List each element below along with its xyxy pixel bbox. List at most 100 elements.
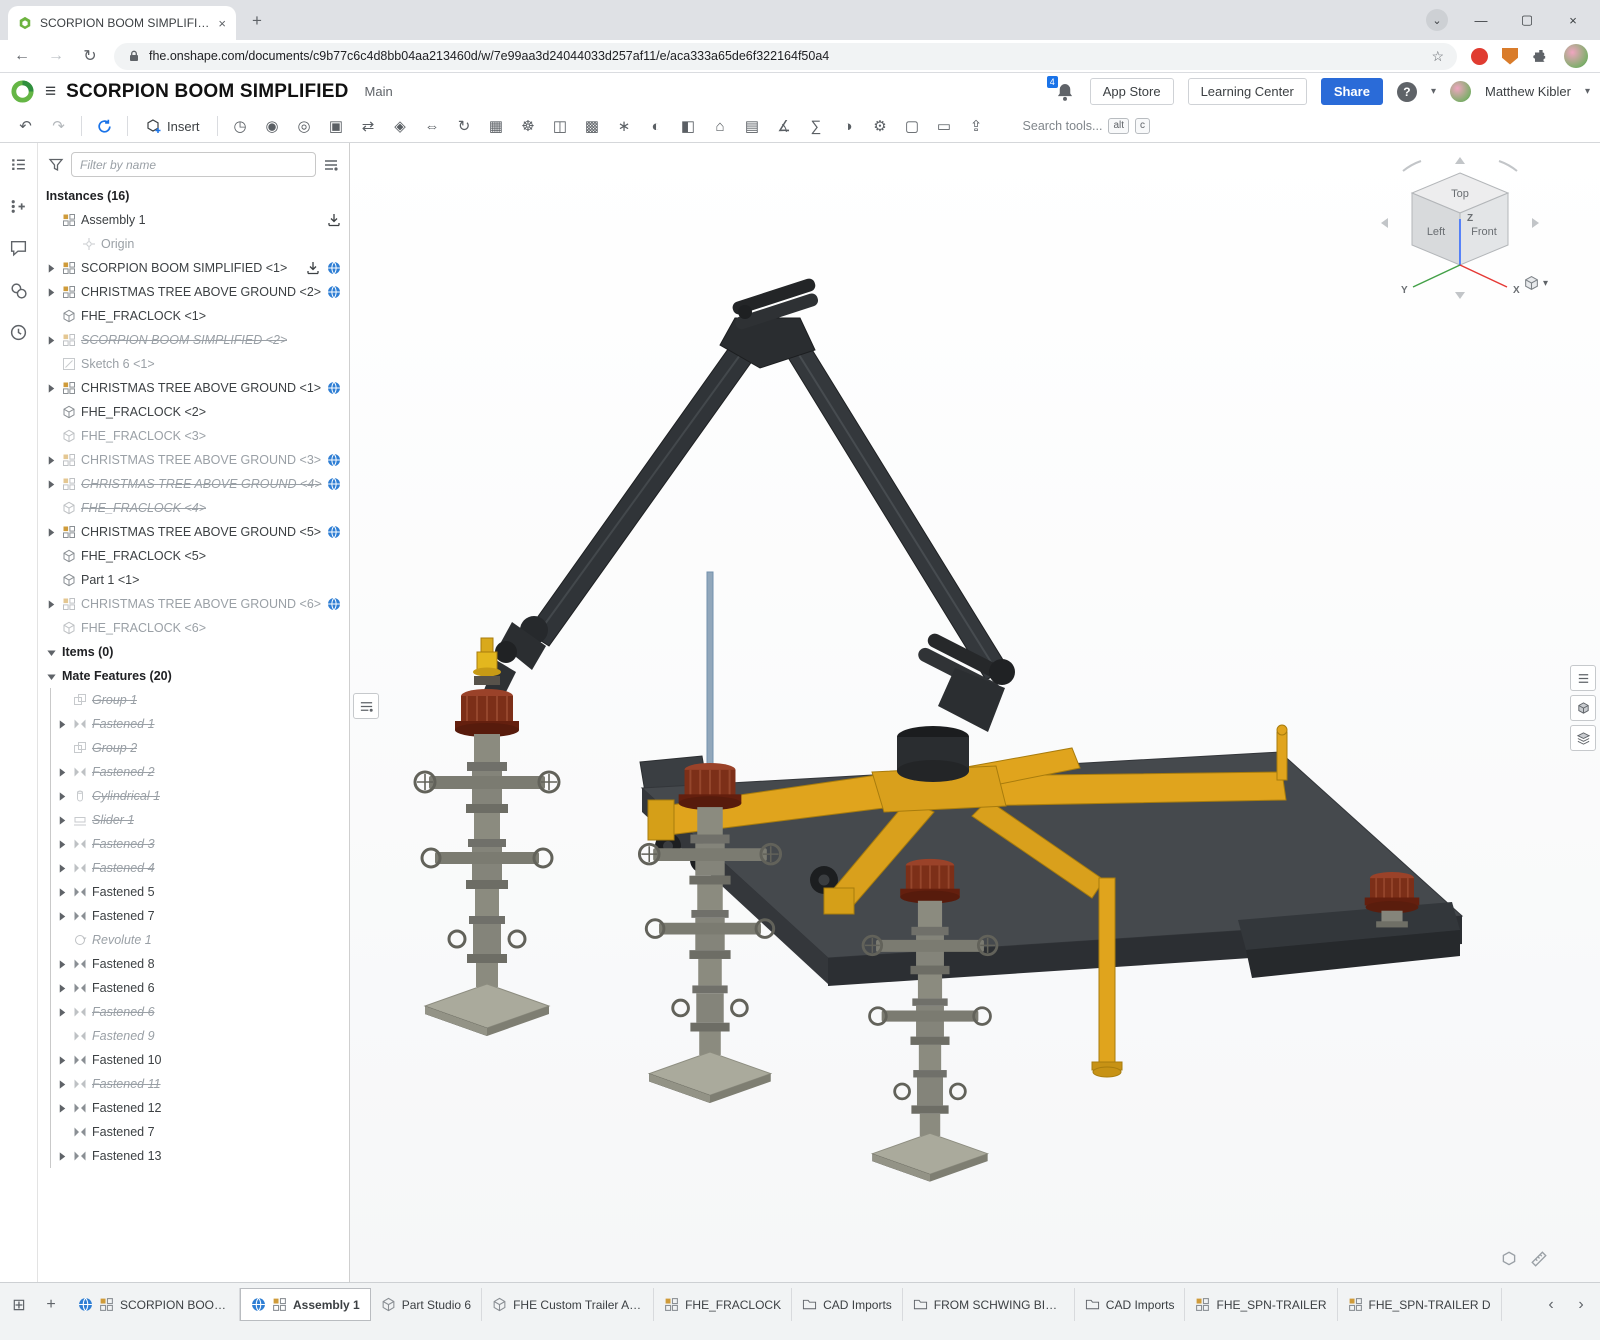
chevron-right-icon[interactable] (57, 839, 68, 850)
extension-shield-icon[interactable] (1502, 48, 1518, 65)
appearance-panel-button[interactable] (1570, 695, 1596, 721)
extensions-puzzle-icon[interactable] (1532, 47, 1550, 65)
bookmark-star-icon[interactable]: ☆ (1431, 48, 1444, 65)
mate-item-fastened-4[interactable]: Fastened 4 (51, 856, 349, 880)
mate-item-fastened-11[interactable]: Fastened 11 (51, 1072, 349, 1096)
redo-icon[interactable]: ↷ (43, 113, 74, 140)
chevron-right-icon[interactable] (57, 863, 68, 874)
appearance-tool-icon[interactable]: ◑ (833, 113, 864, 140)
instance-item-christmas-tree-above-ground-1[interactable]: CHRISTMAS TREE ABOVE GROUND <1> (38, 376, 349, 400)
mate-item-cylindrical-1[interactable]: Cylindrical 1 (51, 784, 349, 808)
reload-icon[interactable]: ↻ (80, 46, 100, 66)
instance-item-fhe-fraclock-6[interactable]: FHE_FRACLOCK <6> (38, 616, 349, 640)
element-tab-fhe-fraclock[interactable]: FHE_FRACLOCK (654, 1288, 792, 1321)
comment-tool-icon[interactable]: ▢ (897, 113, 928, 140)
mass-properties-icon[interactable]: ∑ (801, 113, 832, 140)
assembly-structure-icon[interactable] (9, 155, 28, 179)
globe-icon[interactable] (327, 285, 341, 299)
history-panel-icon[interactable] (9, 323, 28, 347)
workspace-label[interactable]: Main (365, 84, 393, 99)
items-header[interactable]: Items (0) (38, 640, 349, 664)
perspective-toggle-icon[interactable] (1500, 1250, 1518, 1268)
element-tab-cad-imports[interactable]: CAD Imports (792, 1288, 903, 1321)
insert-button[interactable]: Insert (135, 115, 210, 137)
snap-mode-icon[interactable]: ◈ (385, 113, 416, 140)
user-avatar[interactable] (1450, 81, 1471, 102)
display-states-icon[interactable]: ◐ (641, 113, 672, 140)
rotate-right-arrow[interactable] (1532, 218, 1539, 228)
list-options-icon[interactable] (323, 157, 339, 173)
tab-manager-icon[interactable]: ⊞ (4, 1288, 34, 1321)
chevron-right-icon[interactable] (57, 1055, 68, 1066)
globe-icon[interactable] (327, 597, 341, 611)
mate-item-fastened-6[interactable]: Fastened 6 (51, 976, 349, 1000)
mate-item-revolute-1[interactable]: Revolute 1 (51, 928, 349, 952)
address-field[interactable]: fhe.onshape.com/documents/c9b77c6c4d8bb0… (114, 43, 1457, 70)
mate-item-fastened-12[interactable]: Fastened 12 (51, 1096, 349, 1120)
browser-profile-avatar[interactable] (1564, 44, 1588, 68)
main-menu-icon[interactable]: ≡ (45, 81, 56, 103)
roll-cw-arrow[interactable] (1499, 161, 1517, 171)
element-tab-fhe-custom-trailer-ap[interactable]: FHE Custom Trailer Ap... (482, 1288, 654, 1321)
search-tools-field[interactable]: Search tools... alt c (1013, 115, 1160, 137)
mate-item-group-2[interactable]: Group 2 (51, 736, 349, 760)
section-view-icon[interactable]: ◧ (673, 113, 704, 140)
rotate-left-arrow[interactable] (1381, 218, 1388, 228)
element-tab-from-schwing-bioset[interactable]: FROM SCHWING BIOSET (903, 1288, 1075, 1321)
element-tab-cad-imports[interactable]: CAD Imports (1075, 1288, 1186, 1321)
instance-item-sketch-6-1[interactable]: Sketch 6 <1> (38, 352, 349, 376)
move-part-icon[interactable]: ⇔ (417, 113, 448, 140)
insert-instance-icon[interactable] (9, 197, 28, 221)
mate-features-header[interactable]: Mate Features (20) (38, 664, 349, 688)
extension-red-icon[interactable] (1471, 48, 1488, 65)
chevron-right-icon[interactable] (57, 1151, 68, 1162)
filter-icon[interactable] (48, 157, 64, 173)
globe-icon[interactable] (327, 261, 341, 275)
element-tab-scorpion-boom-si[interactable]: SCORPION BOOM SI... (68, 1288, 240, 1321)
view-options-button[interactable]: ▾ (1523, 275, 1548, 292)
mate-item-fastened-9[interactable]: Fastened 9 (51, 1024, 349, 1048)
add-element-button[interactable]: + (36, 1288, 66, 1321)
next-tabs-icon[interactable]: › (1566, 1288, 1596, 1321)
learning-center-button[interactable]: Learning Center (1188, 78, 1307, 105)
comments-icon[interactable] (9, 239, 28, 263)
relation-icon[interactable]: ⇄ (353, 113, 384, 140)
app-store-button[interactable]: App Store (1090, 78, 1174, 105)
mate-item-fastened-7[interactable]: Fastened 7 (51, 1120, 349, 1144)
chevron-right-icon[interactable] (57, 959, 68, 970)
lubricator-pole[interactable] (707, 572, 713, 770)
maximize-icon[interactable]: ▢ (1506, 5, 1548, 35)
mate-item-group-1[interactable]: Group 1 (51, 688, 349, 712)
instance-item-christmas-tree-above-ground-2[interactable]: CHRISTMAS TREE ABOVE GROUND <2> (38, 280, 349, 304)
mate-item-fastened-2[interactable]: Fastened 2 (51, 760, 349, 784)
mate-item-fastened-5[interactable]: Fastened 5 (51, 880, 349, 904)
globe-icon[interactable] (327, 381, 341, 395)
linear-pattern-icon[interactable]: ▦ (481, 113, 512, 140)
instance-item-christmas-tree-above-ground-5[interactable]: CHRISTMAS TREE ABOVE GROUND <5> (38, 520, 349, 544)
chevron-down-icon[interactable] (46, 671, 57, 682)
sync-update-icon[interactable] (89, 113, 120, 140)
tab-close-icon[interactable]: × (218, 16, 226, 31)
notifications-bell-icon[interactable]: 4 (1054, 81, 1076, 103)
chevron-right-icon[interactable] (46, 287, 57, 298)
element-tab-part-studio-6[interactable]: Part Studio 6 (371, 1288, 482, 1321)
mate-icon[interactable]: ◉ (257, 113, 288, 140)
chevron-right-icon[interactable] (46, 479, 57, 490)
chevron-right-icon[interactable] (57, 983, 68, 994)
export-icon[interactable]: ⇪ (961, 113, 992, 140)
chevron-right-icon[interactable] (57, 815, 68, 826)
bom-panel-button[interactable] (1570, 665, 1596, 691)
share-button[interactable]: Share (1321, 78, 1383, 105)
bom-icon[interactable]: ▤ (737, 113, 768, 140)
help-icon[interactable]: ? (1397, 82, 1417, 102)
rotate-part-icon[interactable]: ↻ (449, 113, 480, 140)
browser-tab[interactable]: SCORPION BOOM SIMPLIFIED | A × (8, 6, 236, 40)
mate-item-fastened-7[interactable]: Fastened 7 (51, 904, 349, 928)
assembly-3d-model[interactable] (350, 143, 1600, 1282)
chevron-right-icon[interactable] (57, 1079, 68, 1090)
instance-item-fhe-fraclock-3[interactable]: FHE_FRACLOCK <3> (38, 424, 349, 448)
chevron-right-icon[interactable] (46, 335, 57, 346)
user-name[interactable]: Matthew Kibler (1485, 84, 1571, 99)
replicate-icon[interactable]: ▩ (577, 113, 608, 140)
units-scale-icon[interactable] (1530, 1250, 1548, 1268)
